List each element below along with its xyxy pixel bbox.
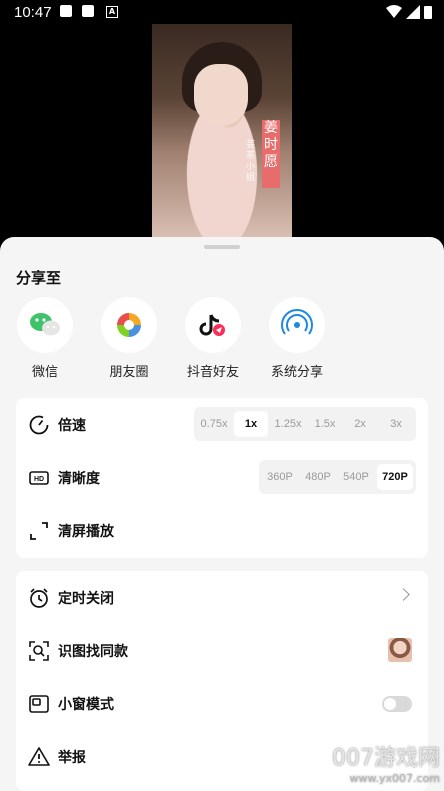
- quality-option[interactable]: 540P: [339, 464, 373, 490]
- timer-row[interactable]: 定时关闭: [16, 571, 428, 624]
- quality-option[interactable]: 360P: [263, 464, 297, 490]
- video-figure-face: [194, 64, 248, 126]
- clear-screen-label: 清屏播放: [58, 524, 114, 540]
- mini-window-row: 小窗模式: [16, 677, 428, 730]
- moments-icon: [101, 297, 157, 353]
- scan-search-icon: [29, 641, 49, 661]
- status-bar: 10:47 A: [0, 0, 444, 24]
- video-title-overlay: 姜 时 愿: [262, 120, 280, 188]
- status-time: 10:47: [14, 4, 52, 21]
- share-moments[interactable]: 朋友圈: [101, 297, 157, 380]
- quality-label: 清晰度: [58, 471, 100, 487]
- battery-icon: [424, 6, 432, 19]
- mini-window-label: 小窗模式: [58, 697, 114, 713]
- speed-icon: [29, 415, 49, 435]
- speed-option[interactable]: 1.5x: [308, 411, 342, 437]
- warning-icon: [28, 747, 50, 766]
- quality-selector[interactable]: 360P 480P 540P 720P: [259, 460, 416, 494]
- share-sheet: 分享至 微信 朋友圈 抖音好友 系统分享 倍速 0.75x 1x 1.25x 1…: [0, 237, 444, 791]
- video-preview[interactable]: 姜 时 愿 芸茶小姐: [152, 24, 292, 238]
- report-label: 举报: [58, 750, 86, 766]
- site-watermark: 007游戏网 www.yx007.com: [332, 740, 440, 785]
- speed-selector[interactable]: 0.75x 1x 1.25x 1.5x 2x 3x: [194, 407, 416, 441]
- fullscreen-icon: [30, 522, 48, 540]
- chevron-right-icon: [397, 588, 410, 601]
- hd-icon: HD: [29, 471, 49, 485]
- share-system-label: 系统分享: [270, 365, 323, 380]
- airdrop-icon: [269, 297, 325, 353]
- mini-window-toggle[interactable]: [382, 696, 412, 712]
- sheet-drag-handle[interactable]: [204, 245, 240, 249]
- alarm-clock-icon: [30, 588, 48, 608]
- notification-icon: [82, 5, 94, 17]
- wechat-icon: [17, 297, 73, 353]
- playback-settings-card: 倍速 0.75x 1x 1.25x 1.5x 2x 3x HD 清晰度 360P…: [16, 398, 428, 558]
- app-notification-icon: A: [106, 6, 118, 18]
- quality-option-selected[interactable]: 720P: [377, 464, 413, 490]
- quality-row: HD 清晰度 360P 480P 540P 720P: [16, 451, 428, 504]
- image-search-row[interactable]: 识图找同款: [16, 624, 428, 677]
- share-title: 分享至: [16, 269, 62, 287]
- speed-option-selected[interactable]: 1x: [234, 411, 268, 437]
- speed-option[interactable]: 1.25x: [270, 411, 306, 437]
- speed-row: 倍速 0.75x 1x 1.25x 1.5x 2x 3x: [16, 398, 428, 451]
- signal-icon: [406, 5, 420, 19]
- share-moments-label: 朋友圈: [109, 365, 149, 380]
- picture-in-picture-icon: [29, 695, 49, 713]
- quality-option[interactable]: 480P: [301, 464, 335, 490]
- notification-icon: [60, 5, 72, 17]
- timer-label: 定时关闭: [58, 591, 114, 607]
- share-wechat[interactable]: 微信: [17, 297, 73, 380]
- wifi-icon: [386, 5, 402, 18]
- svg-text:HD: HD: [34, 476, 44, 483]
- share-system[interactable]: 系统分享: [269, 297, 325, 380]
- video-subtitle-overlay: 芸茶小姐: [246, 140, 256, 183]
- share-wechat-label: 微信: [31, 365, 58, 380]
- image-search-label: 识图找同款: [58, 644, 128, 660]
- speed-option[interactable]: 3x: [380, 411, 412, 437]
- speed-option[interactable]: 0.75x: [198, 411, 230, 437]
- watermark-line2: www.yx007.com: [349, 772, 440, 785]
- video-thumbnail: [388, 638, 412, 662]
- share-douyin-label: 抖音好友: [186, 365, 239, 380]
- douyin-icon: [185, 297, 241, 353]
- toggle-knob: [384, 698, 396, 710]
- speed-label: 倍速: [58, 418, 86, 434]
- watermark-line1: 007游戏网: [332, 746, 440, 771]
- speed-option[interactable]: 2x: [344, 411, 376, 437]
- share-douyin-friend[interactable]: 抖音好友: [185, 297, 241, 380]
- clear-screen-row[interactable]: 清屏播放: [16, 504, 428, 557]
